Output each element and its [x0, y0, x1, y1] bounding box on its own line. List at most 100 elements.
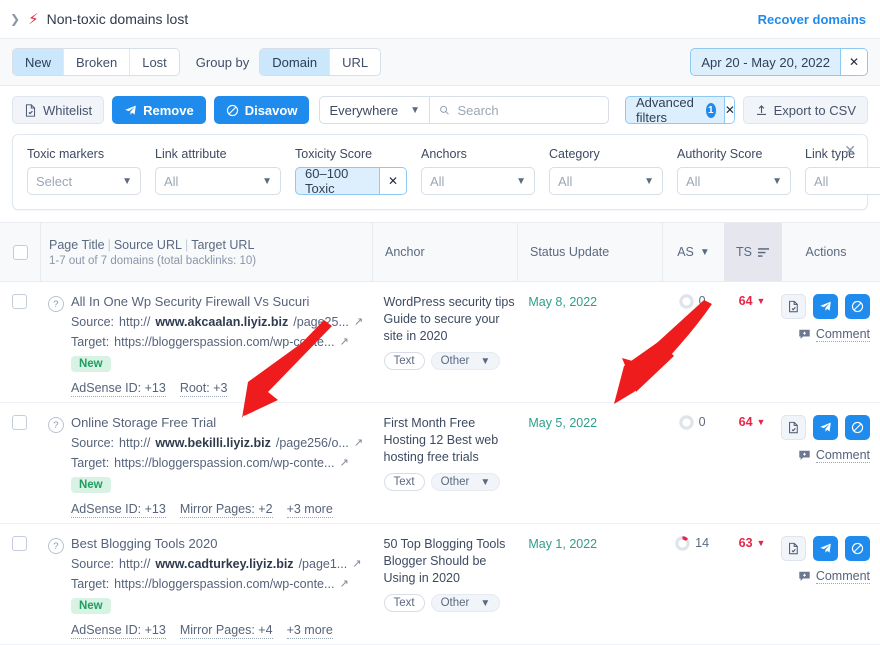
source-domain: www.akcaalan.liyiz.biz [155, 314, 288, 330]
search-box[interactable] [429, 96, 609, 124]
meta-adsense-id[interactable]: AdSense ID: +13 [71, 380, 166, 397]
comment-action[interactable]: Comment [798, 327, 870, 342]
advanced-filters-clear-icon[interactable]: ✕ [724, 97, 735, 123]
disavow-button[interactable]: Disavow [214, 96, 310, 124]
ts-value: 64 [739, 415, 753, 430]
row-anchor-cell: 50 Top Blogging Tools Blogger Should be … [372, 524, 517, 644]
recover-domains-link[interactable]: Recover domains [758, 12, 866, 27]
disavow-action-button[interactable] [845, 294, 870, 319]
external-link-icon[interactable]: ↗ [354, 314, 363, 330]
row-source-url: Source:http://www.bekilli.liyiz.biz/page… [71, 435, 363, 451]
chip-text[interactable]: Text [384, 594, 425, 612]
disavow-ban-icon [851, 542, 864, 555]
tab-broken[interactable]: Broken [64, 49, 130, 75]
source-suffix: /page25... [293, 314, 349, 330]
external-link-icon[interactable]: ↗ [339, 576, 348, 592]
meta-more[interactable]: +3 more [287, 501, 333, 518]
row-action-buttons [781, 294, 870, 319]
authority-score-donut [679, 415, 694, 430]
chevron-right-icon[interactable]: ❯ [8, 12, 28, 26]
header-as[interactable]: AS ▼ [662, 223, 724, 281]
row-ts-cell: 64 ▼ [723, 282, 781, 402]
header-ts[interactable]: TS [724, 223, 782, 281]
source-label: Source: [71, 314, 114, 330]
row-checkbox[interactable] [12, 294, 27, 309]
meta-adsense-id[interactable]: AdSense ID: +13 [71, 501, 166, 518]
scope-dropdown[interactable]: Everywhere ▼ [319, 96, 429, 124]
whitelist-action-button[interactable] [781, 536, 806, 561]
tab-domain[interactable]: Domain [260, 49, 330, 75]
tab-url[interactable]: URL [330, 49, 380, 75]
category-value: All [558, 174, 572, 189]
comment-action[interactable]: Comment [798, 448, 870, 463]
disavow-ban-icon [851, 300, 864, 313]
meta-root[interactable]: Root: +3 [180, 380, 228, 397]
row-page-title[interactable]: Best Blogging Tools 2020 [71, 536, 361, 552]
remove-action-button[interactable] [813, 536, 838, 561]
row-page-title[interactable]: Online Storage Free Trial [71, 415, 363, 431]
comment-label: Comment [816, 448, 870, 463]
chevron-down-icon[interactable]: ▼ [757, 415, 766, 430]
meta-more[interactable]: +3 more [287, 622, 333, 639]
search-input[interactable] [455, 102, 599, 119]
remove-action-button[interactable] [813, 415, 838, 440]
help-icon[interactable]: ? [48, 538, 64, 554]
toxicity-score-select[interactable]: 60–100 Toxic ✕ [295, 167, 407, 195]
sort-descending-icon [757, 247, 770, 258]
row-checkbox[interactable] [12, 415, 27, 430]
category-select[interactable]: All ▼ [549, 167, 663, 195]
chevron-down-icon[interactable]: ▼ [757, 536, 766, 551]
link-attribute-select[interactable]: All ▼ [155, 167, 281, 195]
header-ts-label: TS [736, 245, 752, 259]
row-anchor-cell: First Month Free Hosting 12 Best web hos… [372, 403, 517, 523]
chip-text[interactable]: Text [384, 473, 425, 491]
whitelist-action-button[interactable] [781, 294, 806, 319]
select-all-checkbox[interactable] [13, 245, 28, 260]
link-type-select[interactable]: All ▼ [805, 167, 880, 195]
date-range-clear-icon[interactable]: ✕ [840, 49, 867, 75]
whitelist-button[interactable]: Whitelist [12, 96, 104, 124]
chip-other[interactable]: Other ▼ [431, 594, 501, 612]
anchors-select[interactable]: All ▼ [421, 167, 535, 195]
external-link-icon[interactable]: ↗ [354, 435, 363, 451]
chip-other-label: Other [441, 597, 470, 609]
external-link-icon[interactable]: ↗ [339, 455, 348, 471]
toxicity-score-clear-icon[interactable]: ✕ [379, 168, 406, 194]
chip-other[interactable]: Other ▼ [431, 352, 501, 370]
filter-anchors: Anchors All ▼ [421, 147, 535, 195]
help-icon[interactable]: ? [48, 296, 64, 312]
chevron-down-icon[interactable]: ▼ [757, 294, 766, 309]
tab-new[interactable]: New [13, 49, 64, 75]
tab-lost[interactable]: Lost [130, 49, 179, 75]
date-range-filter[interactable]: Apr 20 - May 20, 2022 ✕ [690, 48, 868, 76]
page-title: Non-toxic domains lost [47, 11, 189, 27]
external-link-icon[interactable]: ↗ [352, 556, 361, 572]
advanced-filters-button[interactable]: Advanced filters 1 ✕ [625, 96, 735, 124]
result-count: 1-7 out of 7 domains (total backlinks: 1… [49, 255, 256, 267]
chip-text[interactable]: Text [384, 352, 425, 370]
help-icon[interactable]: ? [48, 417, 64, 433]
ts-value: 63 [739, 536, 753, 551]
meta-mirror-pages[interactable]: Mirror Pages: +4 [180, 622, 273, 639]
export-csv-button[interactable]: Export to CSV [743, 96, 868, 124]
row-status-cell: May 5, 2022 [516, 403, 661, 523]
disavow-action-button[interactable] [845, 415, 870, 440]
anchors-value: All [430, 174, 444, 189]
meta-adsense-id[interactable]: AdSense ID: +13 [71, 622, 166, 639]
comment-action[interactable]: Comment [798, 569, 870, 584]
target-value: https://bloggerspassion.com/wp-conte... [114, 455, 334, 471]
remove-button[interactable]: Remove [112, 96, 206, 124]
disavow-action-button[interactable] [845, 536, 870, 561]
external-link-icon[interactable]: ↗ [339, 334, 348, 350]
chevron-down-icon: ▼ [772, 176, 782, 187]
filter-toxic-markers: Toxic markers Select ▼ [27, 147, 141, 195]
chip-other[interactable]: Other ▼ [431, 473, 501, 491]
meta-mirror-pages[interactable]: Mirror Pages: +2 [180, 501, 273, 518]
remove-action-button[interactable] [813, 294, 838, 319]
toxic-markers-select[interactable]: Select ▼ [27, 167, 141, 195]
whitelist-action-button[interactable] [781, 415, 806, 440]
close-icon[interactable]: ✕ [844, 143, 856, 157]
row-checkbox[interactable] [12, 536, 27, 551]
row-page-title[interactable]: All In One Wp Security Firewall Vs Sucur… [71, 294, 363, 310]
authority-score-select[interactable]: All ▼ [677, 167, 791, 195]
